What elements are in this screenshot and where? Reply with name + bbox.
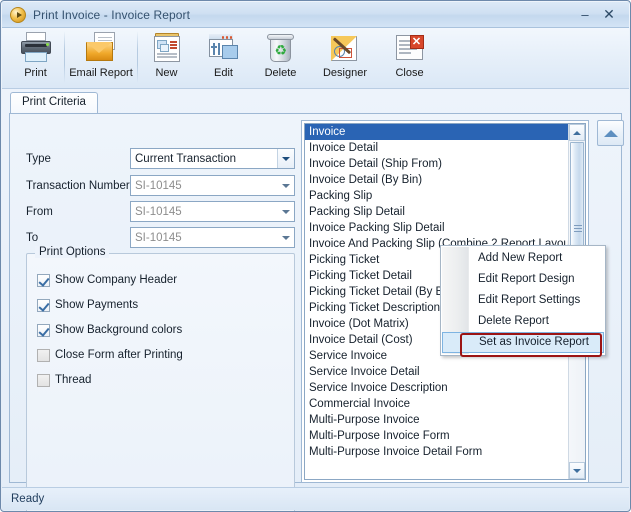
- window-buttons: – ✕: [572, 5, 629, 25]
- field-row-type: Type: [26, 148, 51, 170]
- checkbox-row-thread[interactable]: Thread: [37, 371, 91, 389]
- tab-strip: Print Criteria: [10, 92, 98, 114]
- designer-icon: [328, 32, 362, 64]
- print-options-group: Print Options Show Company Header Show P…: [26, 246, 295, 511]
- field-row-transaction-number: Transaction Number: [26, 175, 130, 197]
- scroll-down-arrow-icon[interactable]: [569, 462, 585, 479]
- menu-item-set-as-invoice-report[interactable]: Set as Invoice Report: [442, 332, 604, 353]
- menu-item-edit-report-design[interactable]: Edit Report Design: [441, 269, 605, 290]
- toolbar-label-designer: Designer: [322, 67, 368, 79]
- from-value: SI-10145: [135, 205, 182, 218]
- report-list-item[interactable]: Invoice: [305, 124, 568, 140]
- window-title: Print Invoice - Invoice Report: [33, 7, 191, 22]
- report-list-item[interactable]: Invoice Packing Slip Detail: [305, 220, 568, 236]
- menu-item-add-new-report[interactable]: Add New Report: [441, 248, 605, 269]
- printer-icon: [19, 32, 53, 64]
- toolbar-label-delete: Delete: [264, 67, 297, 79]
- toolbar-button-print[interactable]: Print: [7, 28, 64, 87]
- report-list-item[interactable]: Invoice Detail (Ship From): [305, 156, 568, 172]
- report-list-item[interactable]: Multi-Purpose Invoice Form: [305, 428, 568, 444]
- checkbox-show-company-header[interactable]: [37, 273, 50, 287]
- chevron-down-icon[interactable]: [277, 176, 294, 195]
- print-options-title: Print Options: [35, 246, 110, 258]
- close-button[interactable]: ✕: [598, 5, 620, 25]
- label-to: To: [26, 232, 39, 244]
- checkbox-show-background-colors[interactable]: [37, 323, 50, 337]
- checkbox-thread[interactable]: [37, 373, 50, 387]
- recycle-bin-icon: ♻: [264, 32, 298, 64]
- type-combobox-value: Current Transaction: [135, 152, 236, 165]
- toolbar-button-delete[interactable]: ♻ Delete: [252, 28, 309, 87]
- report-list-item[interactable]: Service Invoice Description: [305, 380, 568, 396]
- transaction-number-value: SI-10145: [135, 179, 182, 192]
- report-context-menu: Add New Report Edit Report Design Edit R…: [440, 245, 606, 356]
- menu-item-edit-report-settings[interactable]: Edit Report Settings: [441, 290, 605, 311]
- scroll-up-arrow-icon[interactable]: [569, 124, 585, 141]
- report-list-item[interactable]: Packing Slip: [305, 188, 568, 204]
- report-list-item[interactable]: Packing Slip Detail: [305, 204, 568, 220]
- label-type: Type: [26, 153, 51, 165]
- to-value: SI-10145: [135, 231, 182, 244]
- label-show-background-colors: Show Background colors: [55, 324, 183, 336]
- label-show-company-header: Show Company Header: [55, 274, 178, 286]
- tab-print-criteria[interactable]: Print Criteria: [10, 92, 98, 114]
- label-thread: Thread: [55, 374, 92, 386]
- chevron-down-icon[interactable]: [277, 149, 294, 168]
- toolbar-button-new[interactable]: New: [138, 28, 195, 87]
- close-document-icon: ✕: [393, 32, 427, 64]
- toolbar: Print Email Report New Edit ♻ Delete Des…: [2, 28, 629, 89]
- toolbar-button-close[interactable]: ✕ Close: [381, 28, 438, 87]
- application-window: Print Invoice - Invoice Report – ✕ Print…: [0, 0, 631, 512]
- toolbar-button-edit[interactable]: Edit: [195, 28, 252, 87]
- type-combobox[interactable]: Current Transaction: [130, 148, 295, 169]
- report-list-item[interactable]: Commercial Invoice: [305, 396, 568, 412]
- print-criteria-form: Type Current Transaction Transaction Num…: [18, 120, 295, 511]
- email-icon: [84, 32, 118, 64]
- checkbox-row-show-background-colors[interactable]: Show Background colors: [37, 321, 182, 339]
- spin-up-arrow-icon: [603, 129, 618, 137]
- play-circle-icon: [10, 6, 26, 23]
- field-row-from: From: [26, 201, 53, 223]
- status-text: Ready: [11, 493, 45, 505]
- checkbox-close-form-after-printing[interactable]: [37, 348, 50, 362]
- checkbox-show-payments[interactable]: [37, 298, 50, 312]
- toolbar-label-new: New: [155, 67, 178, 79]
- toolbar-label-edit: Edit: [214, 67, 233, 79]
- report-list-item[interactable]: Service Invoice Detail: [305, 364, 568, 380]
- report-list-item[interactable]: Invoice Detail: [305, 140, 568, 156]
- report-list-item[interactable]: Multi-Purpose Invoice Detail Form: [305, 444, 568, 460]
- toolbar-label-print: Print: [24, 67, 47, 79]
- transaction-number-combobox[interactable]: SI-10145: [130, 175, 295, 196]
- new-document-icon: [150, 32, 184, 64]
- checkbox-row-show-payments[interactable]: Show Payments: [37, 296, 138, 314]
- toolbar-label-email-report: Email Report: [69, 67, 133, 79]
- from-combobox[interactable]: SI-10145: [130, 201, 295, 222]
- label-from: From: [26, 206, 53, 218]
- spin-up-button[interactable]: [597, 120, 624, 146]
- checkbox-row-close-form-after-printing[interactable]: Close Form after Printing: [37, 346, 183, 364]
- report-list-item[interactable]: Multi-Purpose Invoice: [305, 412, 568, 428]
- toolbar-button-designer[interactable]: Designer: [309, 28, 381, 87]
- to-combobox[interactable]: SI-10145: [130, 227, 295, 248]
- chevron-down-icon[interactable]: [277, 228, 294, 247]
- label-show-payments: Show Payments: [55, 299, 139, 311]
- chevron-down-icon[interactable]: [277, 202, 294, 221]
- report-list-item[interactable]: Invoice Detail (By Bin): [305, 172, 568, 188]
- status-bar: Ready: [2, 487, 629, 510]
- checkbox-row-show-company-header[interactable]: Show Company Header: [37, 271, 177, 289]
- menu-item-delete-report[interactable]: Delete Report: [441, 311, 605, 332]
- title-bar: Print Invoice - Invoice Report – ✕: [2, 2, 629, 28]
- client-area: Print Criteria Type Current Transaction …: [2, 89, 629, 511]
- toolbar-label-close: Close: [395, 67, 424, 79]
- toolbar-button-email-report[interactable]: Email Report: [65, 28, 137, 87]
- edit-window-icon: [207, 32, 241, 64]
- tab-page-print-criteria: Type Current Transaction Transaction Num…: [9, 113, 624, 511]
- label-transaction-number: Transaction Number: [26, 180, 130, 192]
- minimize-button[interactable]: –: [574, 5, 596, 25]
- label-close-form-after-printing: Close Form after Printing: [55, 349, 183, 361]
